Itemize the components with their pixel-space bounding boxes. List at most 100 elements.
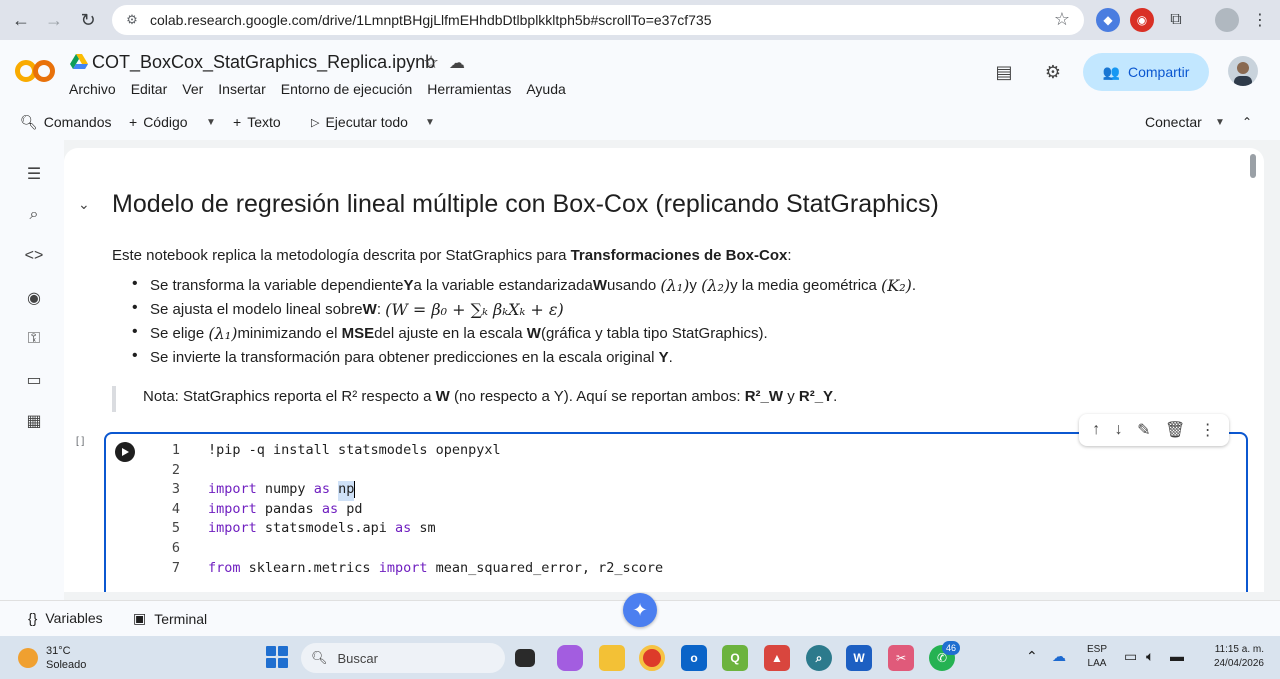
code-dropdown[interactable]: ▼ (206, 110, 216, 134)
add-code-button[interactable]: + Código (129, 110, 188, 134)
forward-icon[interactable]: → (37, 3, 71, 37)
text: minimizando el (237, 324, 338, 342)
line-number: 4 (171, 500, 180, 517)
variables-label: Variables (45, 610, 103, 626)
reload-icon[interactable]: ↻ (71, 3, 105, 37)
outlook-icon[interactable]: o (681, 645, 707, 671)
file-explorer-icon[interactable] (599, 645, 625, 671)
windows-taskbar: 31°C Soleado 🔍︎ Buscar o Q ▲ ⌕ W ✂ ✆ 46 … (0, 636, 1280, 679)
variables-button[interactable]: {} Variables (28, 610, 103, 626)
language-indicator[interactable]: ESP LAA (1087, 643, 1107, 671)
copilot-icon[interactable] (557, 645, 583, 671)
scrollbar-thumb[interactable] (1250, 154, 1256, 178)
chrome-icon[interactable] (639, 645, 665, 671)
cloud-sync-icon[interactable]: ☁ (449, 53, 465, 73)
text-bold: W (526, 324, 541, 342)
star-icon[interactable]: ☆ (423, 52, 439, 73)
find-replace-icon[interactable]: ⌕ (22, 203, 46, 227)
extension-icon[interactable]: ◆ (1096, 8, 1120, 32)
text: usando (606, 276, 657, 294)
menu-ayuda[interactable]: Ayuda (526, 81, 565, 97)
language-code: ESP (1087, 644, 1108, 655)
profile-avatar[interactable] (1215, 8, 1239, 32)
app-q-icon[interactable]: Q (722, 645, 748, 671)
menu-archivo[interactable]: Archivo (69, 81, 116, 97)
commands-button[interactable]: 🔍︎ Comandos (20, 110, 111, 134)
word-icon[interactable]: W (846, 645, 872, 671)
keyword: import (208, 481, 257, 498)
move-up-icon[interactable]: ↑ (1092, 421, 1100, 439)
connect-dropdown[interactable]: ▼ (1215, 110, 1225, 134)
code-text: pandas (256, 500, 322, 517)
plus-icon: + (233, 114, 242, 130)
line-number: 5 (171, 520, 180, 537)
text-label: Texto (247, 114, 281, 130)
connect-button[interactable]: Conectar (1145, 110, 1202, 134)
menu-entorno[interactable]: Entorno de ejecución (281, 81, 413, 97)
terminal-button[interactable]: ▣ Terminal (133, 610, 207, 627)
secrets-key-icon[interactable]: ⚿ (22, 327, 46, 351)
app-search-icon[interactable]: ⌕ (806, 645, 832, 671)
taskbar-search[interactable]: 🔍︎ Buscar (301, 643, 505, 673)
menu-ver[interactable]: Ver (182, 81, 203, 97)
network-icon[interactable]: ▭ (1124, 648, 1137, 665)
data-table-icon[interactable]: ▦ (22, 409, 46, 433)
run-all-button[interactable]: ▷ Ejecutar todo (311, 110, 408, 134)
menu-insertar[interactable]: Insertar (218, 81, 265, 97)
volume-icon[interactable]: 🔈︎ (1146, 648, 1154, 665)
code-text: statsmodels.api (256, 520, 395, 537)
run-all-dropdown[interactable]: ▼ (425, 110, 435, 134)
keyword: as (394, 520, 412, 537)
variables-eye-icon[interactable]: ◉ (22, 286, 46, 310)
more-options-icon[interactable]: ⋮ (1200, 420, 1216, 440)
menu-editar[interactable]: Editar (131, 81, 168, 97)
list-item: Se invierte la transformación para obten… (126, 345, 916, 369)
delete-trash-icon[interactable]: 🗑︎ (1165, 420, 1185, 440)
address-bar[interactable]: ⚙ colab.research.google.com/drive/1Lmnpt… (112, 5, 1084, 35)
menu-herramientas[interactable]: Herramientas (427, 81, 511, 97)
code-cell[interactable]: 1 !pip -q install statsmodels openpyxl 2 … (104, 432, 1248, 592)
move-down-icon[interactable]: ↓ (1115, 421, 1123, 439)
code-snippets-icon[interactable]: <> (22, 244, 46, 268)
text-bold: W (592, 276, 607, 294)
plus-icon: + (129, 114, 138, 130)
extension-icon[interactable]: ◉ (1130, 8, 1154, 32)
onedrive-cloud-icon[interactable]: ☁ (1052, 648, 1066, 665)
app-icon[interactable]: ▲ (764, 645, 790, 671)
site-settings-icon[interactable]: ⚙ (122, 10, 142, 30)
collapse-header-icon[interactable]: ⌃ (1242, 110, 1252, 134)
line-number: 2 (171, 461, 180, 478)
settings-gear-icon[interactable]: ⚙ (1041, 60, 1065, 84)
colab-logo[interactable] (14, 58, 56, 84)
code-editor[interactable]: 1 !pip -q install statsmodels openpyxl 2 … (158, 442, 663, 579)
add-text-button[interactable]: + Texto (233, 110, 281, 134)
list-item: Se ajusta el modelo lineal sobre W: (W =… (126, 297, 916, 321)
battery-icon[interactable]: ▬ (1170, 648, 1184, 664)
text: y (689, 276, 697, 294)
gemini-spark-button[interactable]: ✦ (623, 593, 657, 627)
clock[interactable]: 11:15 a. m. 24/04/2026 (1200, 643, 1264, 671)
windows-start-icon[interactable] (266, 646, 288, 668)
collapse-section-icon[interactable]: ⌄ (78, 196, 90, 213)
code-text: sklearn.metrics (240, 559, 379, 576)
comments-icon[interactable]: ▤ (992, 60, 1016, 84)
run-cell-button[interactable] (115, 442, 135, 462)
back-icon[interactable]: ← (4, 3, 38, 37)
notebook-title[interactable]: COT_BoxCox_StatGraphics_Replica.ipynb (92, 52, 435, 73)
user-avatar[interactable] (1228, 56, 1258, 86)
table-of-contents-icon[interactable]: ☰ (22, 162, 46, 186)
people-icon: 👥 (1102, 63, 1120, 80)
task-view-icon[interactable] (515, 649, 535, 667)
snipping-tool-icon[interactable]: ✂ (888, 645, 914, 671)
extensions-puzzle-icon[interactable]: ⧉ (1164, 8, 1188, 32)
text: a la variable estandarizada (413, 276, 593, 294)
edit-pencil-icon[interactable]: ✎ (1137, 420, 1150, 440)
share-button[interactable]: 👥 Compartir (1083, 53, 1209, 91)
line-number: 6 (171, 539, 180, 556)
tray-chevron-icon[interactable]: ⌃ (1026, 648, 1038, 665)
browser-menu-icon[interactable]: ⋮ (1248, 8, 1272, 32)
bookmark-star-icon[interactable]: ☆ (1054, 9, 1070, 30)
weather-widget[interactable]: 31°C Soleado (18, 644, 86, 672)
files-folder-icon[interactable]: ▭ (22, 368, 46, 392)
text: y la media geométrica (730, 276, 877, 294)
